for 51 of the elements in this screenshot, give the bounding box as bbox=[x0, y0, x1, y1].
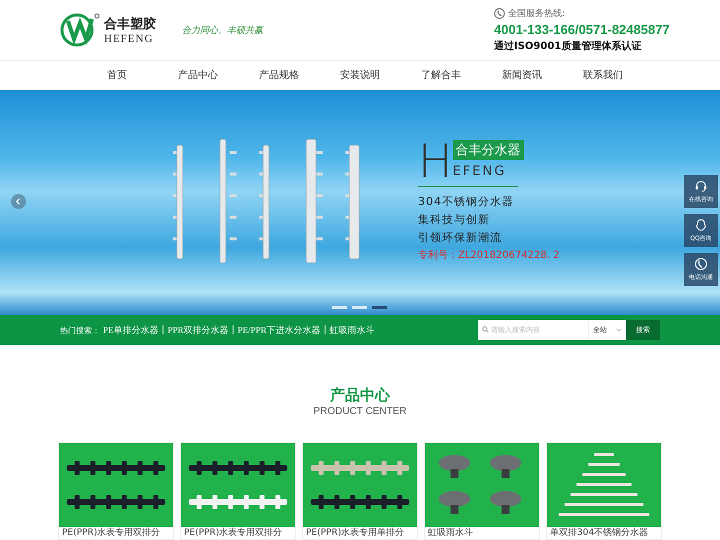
product-card[interactable]: PE(PPR)水表专用双排分 bbox=[180, 442, 296, 540]
caret-icon bbox=[616, 328, 622, 332]
nav-link[interactable]: 产品规格 bbox=[238, 61, 320, 90]
slogan: 合力同心、丰硕共赢 bbox=[182, 24, 265, 36]
certification-text: 通过ISO9001质量管理体系认证 bbox=[494, 40, 642, 53]
separator: | bbox=[324, 325, 327, 335]
hotline-label: 全国服务热线: bbox=[508, 8, 566, 20]
product-card[interactable]: 虹吸雨水斗 bbox=[424, 442, 540, 540]
section-title: 产品中心 bbox=[330, 385, 390, 405]
chevron-left-icon bbox=[14, 197, 23, 206]
hotline-number: 4001-133-166/0571-82485877 bbox=[494, 22, 670, 37]
product-badge: 合丰分水器 bbox=[452, 140, 524, 160]
logo-icon bbox=[60, 13, 100, 47]
product-card[interactable]: PE(PPR)水表专用单排分 bbox=[302, 442, 418, 540]
banner-slogan: 集科技与创新 bbox=[418, 212, 491, 228]
product-card[interactable]: PE(PPR)水表专用双排分 bbox=[58, 442, 174, 540]
banner-slogan: 304不锈钢分水器 bbox=[418, 194, 515, 210]
product-card[interactable]: 单双排304不锈钢分水器 bbox=[546, 442, 662, 540]
hot-search-link[interactable]: PPR双排分水器 bbox=[168, 324, 229, 336]
nav-link[interactable]: 联系我们 bbox=[562, 61, 644, 90]
phone-icon bbox=[494, 8, 505, 19]
headset-icon bbox=[694, 179, 708, 193]
section-subtitle: PRODUCT CENTER bbox=[313, 406, 407, 417]
hot-search-link[interactable]: PE/PPR下进水分水器 bbox=[238, 324, 321, 336]
patent-number: 专利号：ZL201820674228. 2 bbox=[418, 248, 560, 263]
hot-search-link[interactable]: PE单排分水器 bbox=[103, 324, 159, 336]
nav-link[interactable]: 安装说明 bbox=[320, 61, 400, 90]
penguin-outline-icon bbox=[694, 218, 708, 232]
slide-indicator[interactable] bbox=[332, 306, 347, 309]
product-caption: PE(PPR)水表专用双排分 bbox=[61, 527, 162, 539]
hot-search-label: 热门搜索： bbox=[60, 324, 100, 336]
nav-link[interactable]: 产品中心 bbox=[158, 61, 238, 90]
separator: | bbox=[232, 325, 235, 335]
phone-icon bbox=[694, 257, 708, 271]
product-caption: 虹吸雨水斗 bbox=[427, 527, 474, 539]
company-name: 合丰塑胶 bbox=[104, 16, 156, 33]
product-caption: 单双排304不锈钢分水器 bbox=[549, 527, 650, 539]
nav-link[interactable]: 首页 bbox=[76, 61, 158, 90]
previous-slide-button[interactable] bbox=[11, 194, 26, 209]
product-caption: PE(PPR)水表专用双排分 bbox=[183, 527, 284, 539]
banner-slogan: 引领环保新潮流 bbox=[418, 230, 503, 246]
hot-search-link[interactable]: 虹吸雨水斗 bbox=[330, 324, 375, 336]
product-caption: PE(PPR)水表专用单排分 bbox=[305, 527, 406, 539]
nav-link[interactable]: 了解合丰 bbox=[400, 61, 482, 90]
brand-latin-text: EFENG bbox=[452, 164, 508, 179]
separator: | bbox=[162, 325, 165, 335]
slide-indicator[interactable] bbox=[352, 306, 367, 309]
nav-link[interactable]: 新闻资讯 bbox=[482, 61, 562, 90]
company-latin-name: HEFENG bbox=[104, 33, 154, 45]
brand-letter: H bbox=[418, 140, 453, 182]
slide-indicator[interactable] bbox=[372, 306, 387, 309]
